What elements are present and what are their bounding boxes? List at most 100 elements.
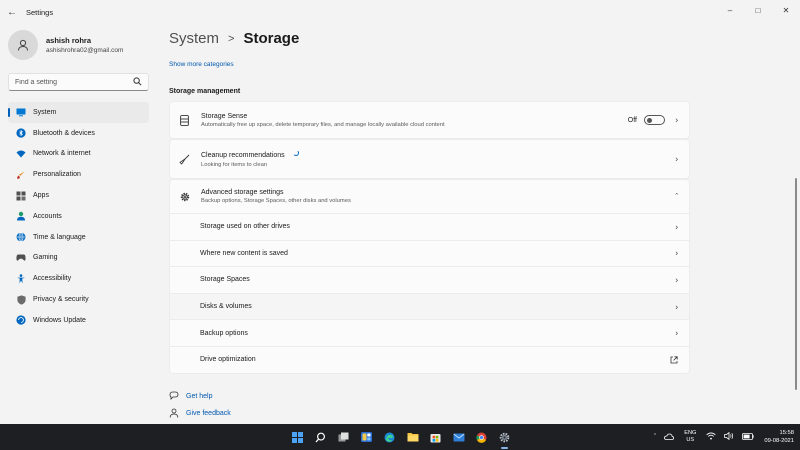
update-icon [16,315,26,325]
task-view-icon[interactable] [332,424,355,450]
sidebar-item-apps[interactable]: Apps [8,185,149,206]
sidebar-item-privacy[interactable]: Privacy & security [8,289,149,310]
globe-clock-icon [16,232,26,242]
clock[interactable]: 15:58 09-08-2021 [764,429,794,445]
sidebar: ashish rohra ashishrohra02@gmail.com Sys… [0,24,160,424]
sidebar-item-personalization[interactable]: Personalization [8,164,149,185]
wifi-icon [16,149,26,159]
taskbar-apps [286,424,516,450]
sidebar-nav: System Bluetooth & devices Network & int… [8,102,149,331]
sidebar-item-network[interactable]: Network & internet [8,144,149,165]
give-feedback-label: Give feedback [186,409,231,417]
language-code: ENG [684,430,697,436]
search-input[interactable] [15,78,133,86]
store-icon[interactable] [424,424,447,450]
scrollbar[interactable] [795,178,797,390]
chevron-right-icon: › [675,222,678,232]
speaker-icon[interactable] [724,431,734,442]
chevron-right-icon: › [675,302,678,312]
broom-icon [179,154,190,165]
where-new-content-saved-item[interactable]: Where new content is saved › [170,239,689,267]
storage-sense-card[interactable]: Storage Sense Automatically free up spac… [169,101,690,139]
widgets-icon[interactable] [355,424,378,450]
sidebar-item-time-language[interactable]: Time & language [8,227,149,248]
chevron-right-icon: › [675,154,678,164]
sidebar-item-label: Time & language [33,233,86,241]
storage-spaces-item[interactable]: Storage Spaces › [170,266,689,293]
search-icon[interactable] [309,424,332,450]
loading-spinner-icon [292,150,299,156]
backup-options-item[interactable]: Backup options › [170,319,689,346]
cloud-icon[interactable] [664,433,675,442]
back-button[interactable]: ← [0,0,24,24]
user-profile[interactable]: ashish rohra ashishrohra02@gmail.com [8,30,123,60]
windows-start-icon[interactable] [286,424,309,450]
gear-icon [179,191,190,202]
breadcrumb-system[interactable]: System [169,30,219,47]
storage-drive-icon [179,114,190,126]
give-feedback-link[interactable]: Give feedback [169,405,231,421]
sub-item-label: Where new content is saved [200,249,288,257]
sidebar-item-label: Apps [33,192,49,200]
sidebar-item-label: Windows Update [33,316,86,324]
sidebar-item-gaming[interactable]: Gaming [8,248,149,269]
search-box[interactable] [8,73,149,91]
avatar [8,30,38,60]
edge-icon[interactable] [378,424,401,450]
bluetooth-icon [16,128,26,138]
external-link-icon [670,356,678,364]
person-icon [16,211,26,221]
storage-used-other-drives-item[interactable]: Storage used on other drives › [170,213,689,240]
show-more-categories-link[interactable]: Show more categories [169,61,234,68]
cleanup-recommendations-card[interactable]: Cleanup recommendations Looking for item… [169,139,690,179]
sidebar-item-label: Accounts [33,212,62,220]
monitor-icon [16,107,26,117]
battery-icon[interactable] [742,432,754,442]
storage-sense-toggle-label: Off [627,116,637,124]
sidebar-item-windows-update[interactable]: Windows Update [8,310,149,331]
sidebar-item-accessibility[interactable]: Accessibility [8,268,149,289]
accessibility-icon [16,274,26,284]
search-icon[interactable] [133,77,142,86]
mail-icon[interactable] [447,424,470,450]
brush-icon [16,170,26,180]
disks-volumes-item[interactable]: Disks & volumes › [170,292,689,320]
sidebar-item-label: Network & internet [33,150,91,158]
close-button[interactable]: ✕ [772,0,800,20]
storage-sense-toggle[interactable] [644,115,665,125]
system-tray: ˆ ENG US 15:58 09-08-2021 [650,424,794,450]
person-icon [18,39,28,51]
chevron-up-icon[interactable]: ˆ [654,434,656,441]
get-help-link[interactable]: Get help [169,388,231,404]
sidebar-item-bluetooth[interactable]: Bluetooth & devices [8,123,149,144]
section-title: Storage management [169,88,241,95]
chrome-icon[interactable] [470,424,493,450]
advanced-storage-settings-header[interactable]: Advanced storage settings Backup options… [170,180,689,213]
chevron-right-icon: › [675,115,678,125]
drive-optimization-item[interactable]: Drive optimization [170,345,689,373]
sidebar-item-accounts[interactable]: Accounts [8,206,149,227]
minimize-button[interactable]: – [716,0,744,20]
feedback-icon [169,408,179,418]
maximize-button[interactable]: □ [744,0,772,20]
wifi-icon[interactable] [706,432,717,442]
language-indicator[interactable]: ENG US [684,430,696,444]
sidebar-item-label: System [33,108,57,116]
gamepad-icon [16,253,26,263]
clock-time: 15:58 [779,430,794,436]
chevron-up-icon: ˆ [675,192,678,201]
sidebar-item-system[interactable]: System [8,102,149,123]
storage-sense-title: Storage Sense [201,112,248,120]
profile-email: ashishrohra02@gmail.com [46,47,124,54]
taskbar: ˆ ENG US 15:58 09-08-2021 [0,424,800,450]
settings-gear-icon[interactable] [493,424,516,450]
keyboard-layout: US [686,437,695,443]
storage-sense-subtitle: Automatically free up space, delete temp… [201,121,445,128]
breadcrumb-current: Storage [243,30,300,47]
sidebar-item-label: Accessibility [33,275,72,283]
file-explorer-icon[interactable] [401,424,424,450]
sidebar-item-label: Gaming [33,254,58,262]
breadcrumb-separator: > [228,32,235,45]
app-title: Settings [26,7,54,17]
advanced-storage-title: Advanced storage settings [201,189,284,196]
